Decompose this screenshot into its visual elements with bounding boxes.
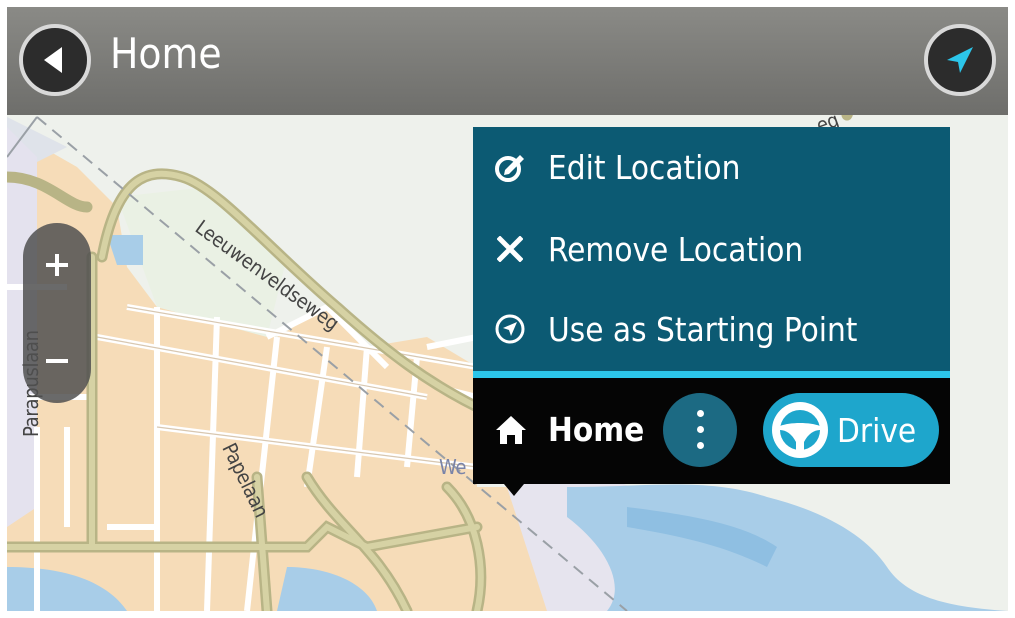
home-icon	[496, 416, 526, 444]
close-icon	[493, 232, 527, 266]
current-location-button[interactable]	[924, 24, 996, 96]
menu-item-remove-location[interactable]: Remove Location	[473, 209, 950, 289]
zoom-control	[23, 223, 91, 403]
menu-item-use-as-starting-point[interactable]: Use as Starting Point	[473, 289, 950, 369]
drive-button[interactable]: Drive	[763, 393, 939, 467]
zoom-out-button[interactable]	[23, 319, 91, 403]
header-bar: Home	[7, 7, 1008, 115]
back-arrow-icon	[44, 47, 62, 73]
starting-point-icon	[493, 312, 527, 346]
drive-button-label: Drive	[837, 411, 917, 450]
plus-icon	[46, 254, 68, 276]
popup-pointer	[504, 484, 524, 496]
location-panel: Home Drive	[473, 378, 950, 484]
navigation-arrow-icon	[947, 47, 973, 73]
location-name: Home	[548, 410, 645, 449]
menu-item-label: Edit Location	[548, 147, 741, 187]
minus-icon	[46, 359, 68, 363]
street-label: We	[439, 455, 467, 479]
edit-location-icon	[493, 150, 527, 184]
location-popup: Edit Location Remove Location Use as Sta…	[473, 127, 950, 484]
map-screen: Leeuwenveldseweg Papelaan Parapuslaan We…	[7, 7, 1008, 611]
back-button[interactable]	[19, 24, 91, 96]
menu-divider	[473, 371, 950, 378]
steering-wheel-icon	[772, 402, 828, 458]
menu-item-label: Use as Starting Point	[548, 309, 858, 349]
page-title: Home	[110, 29, 222, 78]
menu-item-label: Remove Location	[548, 229, 804, 269]
zoom-in-button[interactable]	[23, 223, 91, 307]
menu-item-edit-location[interactable]: Edit Location	[473, 127, 950, 207]
location-menu: Edit Location Remove Location Use as Sta…	[473, 127, 950, 371]
more-options-button[interactable]	[663, 393, 737, 467]
